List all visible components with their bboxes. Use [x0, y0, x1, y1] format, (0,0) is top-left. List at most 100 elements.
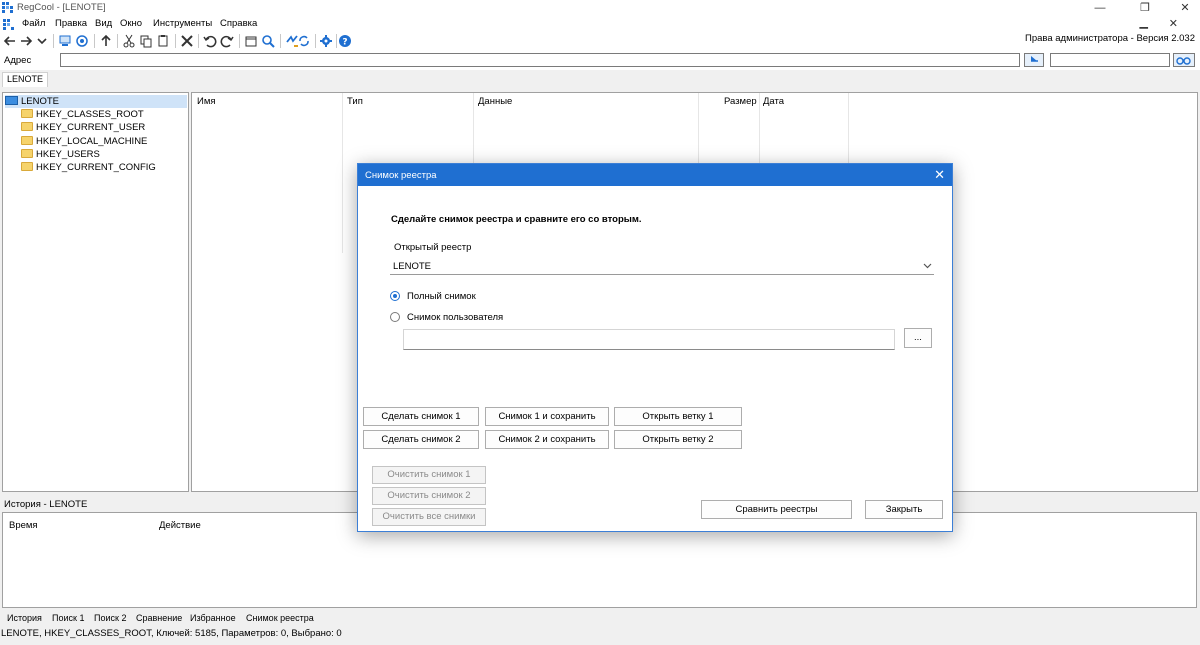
column-name[interactable]: Имя: [197, 96, 216, 107]
tree-item-hkcr[interactable]: HKEY_CLASSES_ROOT: [21, 108, 144, 121]
restore-window-icon[interactable]: ❐: [1125, 0, 1165, 16]
dropdown-chevron-icon[interactable]: [34, 33, 50, 49]
snapshot-1-save-button[interactable]: Снимок 1 и сохранить: [485, 407, 609, 426]
user-snapshot-path-input[interactable]: [403, 329, 895, 350]
dialog-close-icon[interactable]: ✕: [934, 167, 945, 183]
menu-help[interactable]: Справка: [220, 18, 257, 29]
open-registry-value: LENOTE: [393, 261, 432, 272]
full-snapshot-label: Полный снимок: [407, 291, 476, 302]
user-snapshot-radio[interactable]: [390, 312, 400, 322]
folder-icon: [21, 122, 33, 131]
address-input[interactable]: [60, 53, 1020, 67]
undo-icon[interactable]: [202, 33, 218, 49]
app-window: RegCool - [LENOTE] — ❐ ✕ Файл Правка Вид…: [0, 0, 1200, 645]
history-column-action[interactable]: Действие: [159, 520, 201, 531]
tab-search-1[interactable]: Поиск 1: [52, 613, 84, 623]
dialog-close-button[interactable]: Закрыть: [865, 500, 943, 519]
find-icon[interactable]: [260, 33, 276, 49]
column-data[interactable]: Данные: [478, 96, 512, 107]
regcool-logo-icon: [2, 2, 13, 13]
minimize-window-icon[interactable]: —: [1080, 0, 1120, 16]
go-arrow-icon: [1031, 56, 1038, 62]
status-bar: LENOTE, HKEY_CLASSES_ROOT, Ключей: 5185,…: [1, 628, 342, 639]
tree-item-label: HKEY_CURRENT_CONFIG: [36, 162, 156, 173]
open-branch-1-button[interactable]: Открыть ветку 1: [614, 407, 742, 426]
tab-search-2[interactable]: Поиск 2: [94, 613, 126, 623]
mdi-minimize-icon[interactable]: ▁: [1140, 16, 1148, 29]
forward-arrow-icon[interactable]: [18, 33, 34, 49]
open-branch-2-button[interactable]: Открыть ветку 2: [614, 430, 742, 449]
close-window-icon[interactable]: ✕: [1165, 0, 1200, 16]
mdi-close-icon[interactable]: ✕: [1169, 17, 1178, 30]
compare-registries-button[interactable]: Сравнить реестры: [701, 500, 852, 519]
new-window-icon[interactable]: [243, 33, 259, 49]
title-bar: RegCool - [LENOTE] — ❐ ✕: [0, 0, 1200, 16]
folder-icon: [21, 109, 33, 118]
rights-version-label: Права администратора - Версия 2.032: [1025, 33, 1195, 44]
tree-item-hklm[interactable]: HKEY_LOCAL_MACHINE: [21, 135, 147, 148]
full-snapshot-radio[interactable]: [390, 291, 400, 301]
dialog-title-bar: Снимок реестра ✕: [358, 164, 952, 186]
address-go-button[interactable]: [1024, 53, 1044, 67]
network-icon[interactable]: [74, 33, 90, 49]
quick-search-button[interactable]: [1173, 53, 1195, 67]
menu-window[interactable]: Окно: [120, 18, 142, 29]
back-arrow-icon[interactable]: [2, 33, 18, 49]
tree-item-hkcc[interactable]: HKEY_CURRENT_CONFIG: [21, 161, 156, 174]
make-snapshot-1-button[interactable]: Сделать снимок 1: [363, 407, 479, 426]
folder-icon: [21, 136, 33, 145]
window-title: RegCool - [LENOTE]: [17, 2, 106, 13]
tab-favorites[interactable]: Избранное: [190, 613, 236, 623]
tab-history[interactable]: История: [7, 613, 42, 623]
tree-item-label: HKEY_CURRENT_USER: [36, 122, 146, 133]
open-registry-select[interactable]: LENOTE: [390, 257, 934, 275]
user-snapshot-label: Снимок пользователя: [407, 312, 504, 323]
quick-search-input[interactable]: [1050, 53, 1170, 67]
address-label: Адрес: [4, 55, 32, 66]
browse-button[interactable]: ...: [904, 328, 932, 348]
up-arrow-icon[interactable]: [98, 33, 114, 49]
binoculars-icon: [1176, 57, 1191, 65]
address-bar: Адрес: [0, 50, 1200, 70]
document-window-icon[interactable]: [3, 19, 14, 30]
clear-snapshot-1-button[interactable]: Очистить снимок 1: [372, 466, 486, 484]
history-title: История - LENOTE: [4, 499, 88, 510]
clear-snapshot-2-button[interactable]: Очистить снимок 2: [372, 487, 486, 505]
dialog-heading: Сделайте снимок реестра и сравните его с…: [391, 214, 642, 225]
clear-all-snapshots-button[interactable]: Очистить все снимки: [372, 508, 486, 526]
tab-compare[interactable]: Сравнение: [136, 613, 182, 623]
menu-tools[interactable]: Инструменты: [153, 18, 212, 29]
snapshot-2-save-button[interactable]: Снимок 2 и сохранить: [485, 430, 609, 449]
menu-edit[interactable]: Правка: [55, 18, 87, 29]
folder-icon: [21, 149, 33, 158]
tree-item-label: HKEY_CLASSES_ROOT: [36, 109, 144, 120]
open-registry-label: Открытый реестр: [394, 242, 472, 253]
bottom-tabs: История Поиск 1 Поиск 2 Сравнение Избран…: [0, 612, 1200, 626]
help-icon[interactable]: ?: [337, 33, 353, 49]
redo-icon[interactable]: [219, 33, 235, 49]
toolbar: ? Права администратора - Версия 2.032: [0, 32, 1200, 50]
menu-view[interactable]: Вид: [95, 18, 112, 29]
tab-lenote[interactable]: LENOTE: [2, 72, 49, 87]
column-size[interactable]: Размер: [724, 96, 757, 107]
registry-snapshot-dialog: Снимок реестра ✕ Сделайте снимок реестра…: [357, 163, 953, 532]
delete-icon[interactable]: [179, 33, 195, 49]
tree-item-hkcu[interactable]: HKEY_CURRENT_USER: [21, 121, 145, 134]
make-snapshot-2-button[interactable]: Сделать снимок 2: [363, 430, 479, 449]
menu-file[interactable]: Файл: [22, 18, 45, 29]
settings-gear-icon[interactable]: [318, 33, 334, 49]
computer-icon[interactable]: [57, 33, 73, 49]
tree-root[interactable]: LENOTE: [5, 95, 187, 108]
refresh-icon[interactable]: [296, 33, 312, 49]
tree-root-label: LENOTE: [21, 96, 60, 107]
tree-item-hku[interactable]: HKEY_USERS: [21, 148, 100, 161]
registry-tree: LENOTE HKEY_CLASSES_ROOT HKEY_CURRENT_US…: [2, 92, 189, 492]
folder-icon: [21, 162, 33, 171]
history-column-time[interactable]: Время: [9, 520, 38, 531]
copy-icon[interactable]: [138, 33, 154, 49]
tab-registry-snapshot[interactable]: Снимок реестра: [246, 613, 314, 623]
cut-icon[interactable]: [121, 33, 137, 49]
column-type[interactable]: Тип: [347, 96, 363, 107]
paste-icon[interactable]: [155, 33, 171, 49]
column-date[interactable]: Дата: [763, 96, 784, 107]
